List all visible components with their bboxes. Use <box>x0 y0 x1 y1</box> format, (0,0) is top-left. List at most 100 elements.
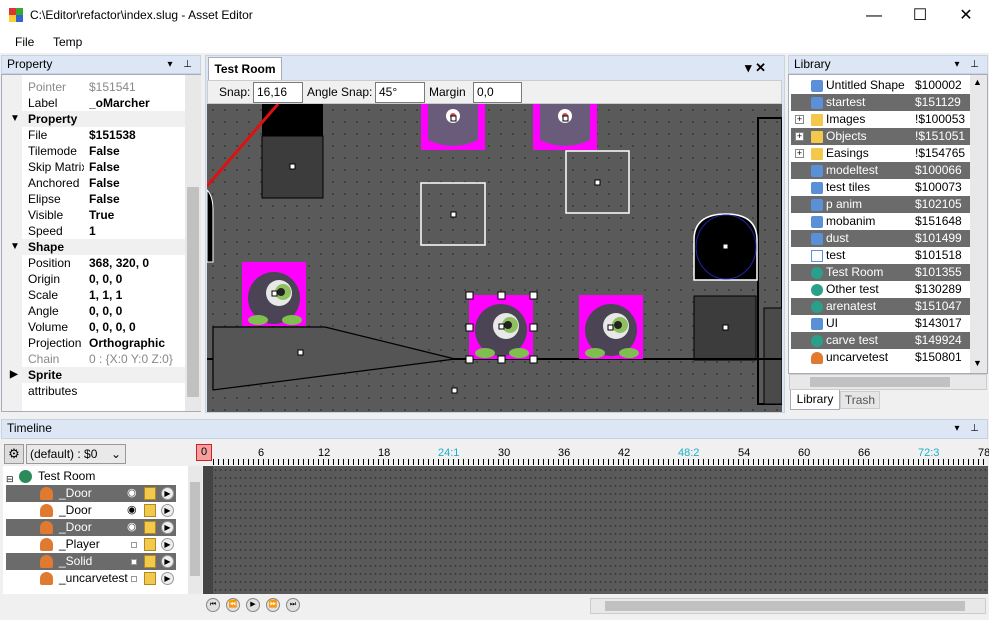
eye-icon[interactable]: ◉ <box>127 502 137 519</box>
property-row[interactable]: Origin 0, 0, 0 <box>2 271 185 287</box>
play-icon[interactable]: ▶ <box>161 487 174 500</box>
menu-file[interactable]: File <box>15 35 34 49</box>
property-value[interactable]: 1, 1, 1 <box>89 287 184 303</box>
maximize-button[interactable]: ☐ <box>897 0 943 31</box>
property-row[interactable]: Pointer $151541 <box>2 79 185 95</box>
library-item[interactable]: Other test $130289 <box>791 281 973 298</box>
eye-icon[interactable]: ◉ <box>127 485 137 502</box>
transport-button[interactable]: ⏭ <box>286 598 300 612</box>
tab-test-room[interactable]: Test Room <box>208 57 282 80</box>
room-scene[interactable] <box>207 104 782 412</box>
tab-library[interactable]: Library <box>790 390 840 410</box>
property-row[interactable]: Tilemode False <box>2 143 185 159</box>
transport-button[interactable]: ⏪ <box>226 598 240 612</box>
library-item[interactable]: p anim $102105 <box>791 196 973 213</box>
library-item[interactable]: + Images !$100053 <box>791 111 973 128</box>
expand-icon[interactable]: ▼ <box>10 111 20 127</box>
expand-icon[interactable]: ▶ <box>10 367 18 383</box>
library-hscroll-thumb[interactable] <box>810 377 950 387</box>
ramp-shape[interactable] <box>212 326 456 391</box>
property-value[interactable]: Orthographic <box>89 335 184 351</box>
library-item[interactable]: test tiles $100073 <box>791 179 973 196</box>
property-value[interactable]: 368, 320, 0 <box>89 255 184 271</box>
transport-button[interactable]: ⏩ <box>266 598 280 612</box>
lock-icon[interactable] <box>144 504 156 517</box>
minimize-button[interactable]: — <box>851 0 897 31</box>
snap-input[interactable]: 16,16 <box>253 82 303 103</box>
timeline-hscroll-thumb[interactable] <box>605 601 965 611</box>
expand-icon[interactable]: ▼ <box>10 239 20 255</box>
property-value[interactable]: 0 : {X:0 Y:0 Z:0} <box>89 351 184 367</box>
property-row[interactable]: File $151538 <box>2 127 185 143</box>
property-row[interactable]: Position 368, 320, 0 <box>2 255 185 271</box>
property-row[interactable]: Volume 0, 0, 0, 0 <box>2 319 185 335</box>
lock-icon[interactable] <box>144 572 156 585</box>
property-value[interactable]: $151538 <box>89 127 184 143</box>
property-grid[interactable]: Pointer $151541 Label _oMarcher ▼ Property Fil… <box>1 74 201 412</box>
property-category[interactable]: ▼ Property <box>2 111 185 127</box>
expand-icon[interactable]: + <box>795 149 804 158</box>
property-category[interactable]: ▶ Sprite <box>2 367 185 383</box>
eye-icon[interactable]: ◉ <box>127 519 137 536</box>
pin-icon[interactable]: ▾ ⊥ <box>954 420 983 437</box>
property-scrollbar[interactable] <box>185 75 201 411</box>
library-vscroll[interactable]: ▲ ▼ <box>970 75 987 373</box>
property-value[interactable]: 0, 0, 0, 0 <box>89 319 184 335</box>
pin-icon[interactable]: ▾ ⊥ <box>954 56 983 73</box>
expand-icon[interactable]: + <box>795 132 804 141</box>
library-item[interactable]: mobanim $151648 <box>791 213 973 230</box>
library-item[interactable]: test $101518 <box>791 247 973 264</box>
library-item[interactable]: Test Room $101355 <box>791 264 973 281</box>
track-select[interactable]: (default) : $0 ⌄ <box>26 444 126 464</box>
property-value[interactable]: 0, 0, 0 <box>89 271 184 287</box>
track-row[interactable]: _Player ▶ <box>6 536 176 553</box>
room-canvas[interactable] <box>207 104 782 412</box>
doc-close-icon[interactable]: ▾ ✕ <box>745 60 766 76</box>
library-item[interactable]: arenatest $151047 <box>791 298 973 315</box>
property-row[interactable]: Elipse False <box>2 191 185 207</box>
lock-icon[interactable] <box>144 487 156 500</box>
pin-icon[interactable]: ▾ ⊥ <box>167 56 196 73</box>
visibility-toggle[interactable] <box>131 576 137 582</box>
track-tree[interactable]: ⊟ Test Room _Door ◉ ▶ _Door ◉ ▶ _Door ◉ ▶ _Player… <box>3 466 188 594</box>
visibility-toggle[interactable] <box>131 542 137 548</box>
property-value[interactable]: 1 <box>89 223 184 239</box>
property-value[interactable]: True <box>89 207 184 223</box>
property-row[interactable]: Chain 0 : {X:0 Y:0 Z:0} <box>2 351 185 367</box>
wall-block[interactable] <box>262 104 323 136</box>
close-button[interactable]: ✕ <box>943 0 989 31</box>
property-category[interactable]: ▼ Shape <box>2 239 185 255</box>
eye-monster-sprite[interactable] <box>579 295 643 359</box>
library-item[interactable]: Untitled Shape $100002 <box>791 77 973 94</box>
selected-eye-monster[interactable] <box>465 291 538 364</box>
property-row[interactable]: Visible True <box>2 207 185 223</box>
timeline-grid[interactable] <box>213 466 988 594</box>
track-vscroll[interactable] <box>188 466 202 594</box>
play-icon[interactable]: ▶ <box>161 504 174 517</box>
tab-trash[interactable]: Trash <box>840 391 880 409</box>
current-frame-marker[interactable]: 0 <box>196 444 212 461</box>
library-item[interactable]: startest $151129 <box>791 94 973 111</box>
property-row[interactable]: Projection Orthographic <box>2 335 185 351</box>
property-value[interactable]: False <box>89 159 184 175</box>
eye-monster-sprite[interactable] <box>242 262 306 326</box>
property-row[interactable]: Scale 1, 1, 1 <box>2 287 185 303</box>
origin-handle[interactable] <box>450 211 457 218</box>
property-value[interactable]: 0, 0, 0 <box>89 303 184 319</box>
property-row[interactable]: Speed 1 <box>2 223 185 239</box>
lock-icon[interactable] <box>144 521 156 534</box>
origin-handle[interactable] <box>289 163 296 170</box>
track-root[interactable]: ⊟ Test Room <box>6 468 176 485</box>
property-value[interactable]: _oMarcher <box>89 95 184 111</box>
track-row[interactable]: _Door ◉ ▶ <box>6 502 176 519</box>
library-item[interactable]: dust $101499 <box>791 230 973 247</box>
gear-icon[interactable]: ⚙ <box>4 444 24 464</box>
property-row[interactable]: Angle 0, 0, 0 <box>2 303 185 319</box>
library-item[interactable]: + Objects !$151051 <box>791 128 973 145</box>
property-row[interactable]: Anchored False <box>2 175 185 191</box>
property-row[interactable]: attributes <box>2 383 185 399</box>
track-row[interactable]: _uncarvetest ▶ <box>6 570 176 587</box>
property-row[interactable]: Label _oMarcher <box>2 95 185 111</box>
library-item[interactable]: uncarvetest $150801 <box>791 349 973 366</box>
property-value[interactable]: False <box>89 191 184 207</box>
